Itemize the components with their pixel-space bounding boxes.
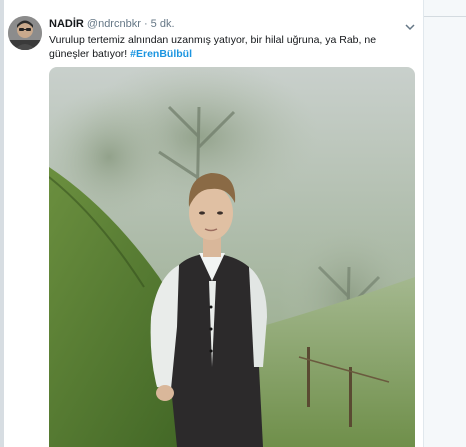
tweet-text: Vurulup tertemiz alnından uzanmış yatıyo… (49, 33, 419, 61)
tweet-photo[interactable] (49, 67, 415, 447)
tweet-header: NADİR @ndrcnbkr · 5 dk. (49, 17, 175, 31)
header-separator: · (143, 18, 148, 30)
avatar[interactable] (8, 16, 42, 50)
user-handle[interactable]: @ndrcnbkr (87, 18, 141, 30)
gutter-divider (424, 16, 466, 17)
right-gutter (424, 0, 466, 447)
chevron-down-icon[interactable] (404, 19, 416, 31)
tweet-body-text: Vurulup tertemiz alnından uzanmış yatıyo… (49, 34, 377, 60)
timestamp[interactable]: 5 dk. (151, 18, 175, 30)
tweet-card[interactable]: NADİR @ndrcnbkr · 5 dk. Vurulup tertemiz… (4, 0, 424, 447)
photo-foggy-forest-portrait (49, 67, 415, 447)
hashtag-link[interactable]: #ErenBülbül (130, 48, 192, 60)
display-name[interactable]: NADİR (49, 18, 84, 30)
